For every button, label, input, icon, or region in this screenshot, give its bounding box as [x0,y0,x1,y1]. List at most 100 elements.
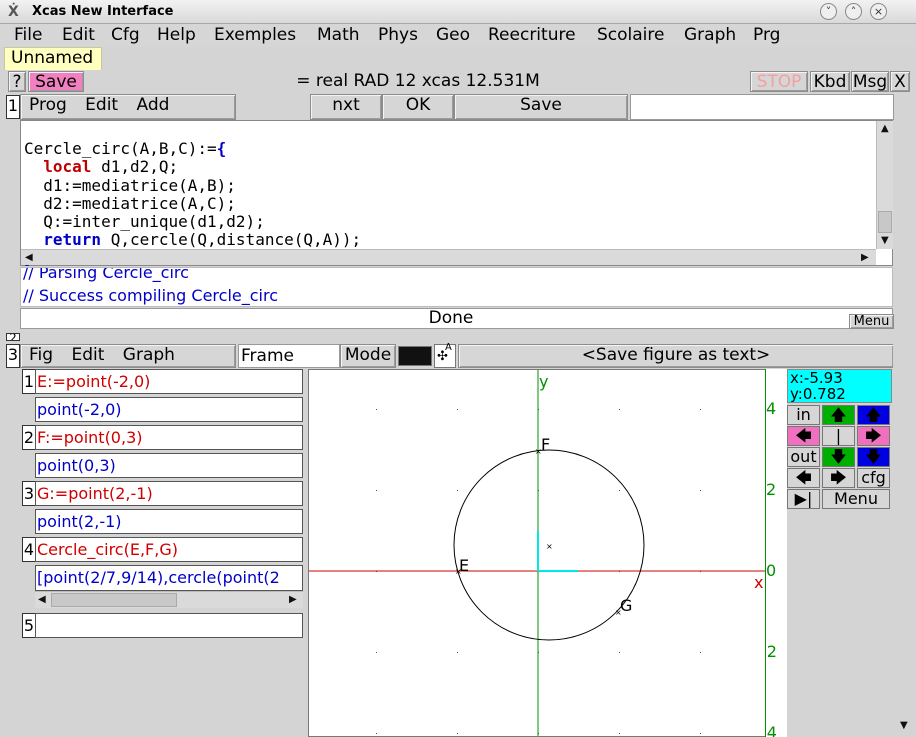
status-bar: ? Save = real RAD 12 xcas 12.531M STOP K… [0,70,916,94]
level-number-3[interactable]: 3 [6,344,20,368]
frame-select[interactable]: Frame [238,344,340,368]
program-filename-field[interactable] [630,94,894,120]
mode-button[interactable]: Mode [340,344,396,368]
geometry-menus: Fig Edit Graph [20,344,236,368]
menu-graph[interactable]: Graph [684,25,736,45]
level-number-2[interactable]: 2 [6,333,20,341]
command-input-2[interactable]: F:=point(0,3) [35,425,303,450]
menu-scolaire[interactable]: Scolaire [597,25,664,45]
result-output: Done Menu [20,308,894,329]
save-session-button[interactable]: Save [28,71,84,92]
ok-button[interactable]: OK [382,94,454,120]
move-down-green-button[interactable]: 🡇 [822,447,855,467]
tab-unnamed[interactable]: Unnamed [4,47,102,70]
menu-file[interactable]: File [14,25,42,45]
grid-dot [619,490,620,491]
move-right-button[interactable]: 🡆 [857,426,890,446]
command-input-1[interactable]: E:=point(-2,0) [35,369,303,394]
forward-button[interactable]: 🡆 [822,468,855,488]
grid-dot [619,652,620,653]
scroll-up-icon[interactable]: ▲ [881,123,889,134]
row-number-2[interactable]: 2 [22,425,36,450]
xcas-logo-icon: Ẋ [8,4,19,20]
move-up-green-button[interactable]: 🡅 [822,405,855,425]
maximize-icon[interactable]: ˄ [845,3,862,20]
code-line-3: d1:=mediatrice(A,B); [24,175,236,195]
row-number-4[interactable]: 4 [22,537,36,562]
label-style-icon[interactable]: A ✣ [434,342,456,368]
row-number-3[interactable]: 3 [22,481,36,506]
menu-geo[interactable]: Geo [436,25,470,45]
menu-exemples[interactable]: Exemples [214,25,296,45]
grid-dot [376,409,377,410]
move-up-blue-button[interactable]: 🡅 [857,405,890,425]
center-button[interactable]: | [822,426,855,446]
zoom-out-button[interactable]: out [787,447,820,467]
window-titlebar: Ẋ Xcas New Interface ˅ ˄ × [0,0,916,24]
command-input-5[interactable] [35,613,303,638]
menu-add[interactable]: Add [137,95,170,115]
editor-scroll-thumb[interactable] [878,211,892,233]
output-scroll-thumb[interactable] [51,593,177,607]
close-window-icon[interactable]: × [870,3,887,20]
scroll-down-icon[interactable]: ▼ [881,235,889,246]
menu-edit[interactable]: Edit [62,25,95,45]
grid-dot [457,733,458,734]
program-editor[interactable]: Cercle_circ(A,B,C):={ local d1,d2,Q; d1:… [20,120,893,267]
level-number-1[interactable]: 1 [6,95,20,119]
zoom-in-button[interactable]: in [787,405,820,425]
keyboard-button[interactable]: Kbd [810,71,850,92]
y-tick-axis [765,369,766,737]
menu-prg[interactable]: Prg [753,25,780,45]
graph-config-button[interactable]: cfg [857,468,890,488]
program-toolbar: Prog Edit Add nxt OK Save [20,94,912,120]
menu-reecriture[interactable]: Reecriture [488,25,576,45]
compile-messages: // Parsing Cercle_circ // Success compil… [20,267,893,307]
menu-math[interactable]: Math [317,25,360,45]
move-down-blue-button[interactable]: 🡇 [857,447,890,467]
scroll-left-icon[interactable]: ◀ [25,252,33,263]
menu-help[interactable]: Help [157,25,196,45]
output-horizontal-scrollbar[interactable]: ◀ ▶ [35,591,303,608]
row-number-5[interactable]: 5 [22,613,36,638]
nxt-button[interactable]: nxt [310,94,382,120]
editor-horizontal-scrollbar[interactable]: ◀ ▶ [21,249,876,265]
status-text: = real RAD 12 xcas 12.531M [296,71,540,91]
command-input-4[interactable]: Cercle_circ(E,F,G) [35,537,303,562]
session-scroll-down-icon[interactable]: ▼ [900,720,908,731]
color-picker-button[interactable] [398,346,432,366]
menu-fig[interactable]: Fig [29,345,53,365]
result-menu-button[interactable]: Menu [849,314,894,329]
close-session-button[interactable]: X [890,71,910,92]
code-line-5: Q:=inter_unique(d1,d2); [24,212,265,232]
messages-button[interactable]: Msg [851,71,889,92]
geometry-plot[interactable]: × × × × E F G y x [309,370,786,737]
grid-dot [457,652,458,653]
scroll-right-icon[interactable]: ▶ [861,252,869,263]
point-e-label: E [459,556,469,575]
command-input-3[interactable]: G:=point(2,-1) [35,481,303,506]
save-program-button[interactable]: Save [454,94,628,120]
minimize-icon[interactable]: ˅ [820,3,837,20]
save-figure-button[interactable]: <Save figure as text> [458,344,894,368]
geometry-canvas[interactable]: × × × × E F G y x [308,369,786,737]
code-keyword-return: return [43,230,102,250]
move-left-button[interactable]: 🡄 [787,426,820,446]
row-number-1[interactable]: 1 [22,369,36,394]
menu-fig-edit[interactable]: Edit [71,345,104,365]
back-button[interactable]: 🡄 [787,468,820,488]
menu-cfg[interactable]: Cfg [111,25,140,45]
editor-vertical-scrollbar[interactable]: ▲ ▼ [876,121,893,249]
menu-phys[interactable]: Phys [378,25,418,45]
menu-prog-edit[interactable]: Edit [85,95,118,115]
result-done: Done [428,308,474,328]
graph-menu-button[interactable]: Menu [822,489,890,509]
menu-prog[interactable]: Prog [29,95,67,115]
output-scroll-left-icon[interactable]: ◀ [38,594,46,605]
menu-fig-graph[interactable]: Graph [123,345,175,365]
help-button[interactable]: ? [8,71,26,92]
window-title: Xcas New Interface [32,4,174,19]
animate-button[interactable]: ▶| [787,489,820,509]
output-scroll-right-icon[interactable]: ▶ [289,594,297,605]
stop-button[interactable]: STOP [750,71,808,92]
